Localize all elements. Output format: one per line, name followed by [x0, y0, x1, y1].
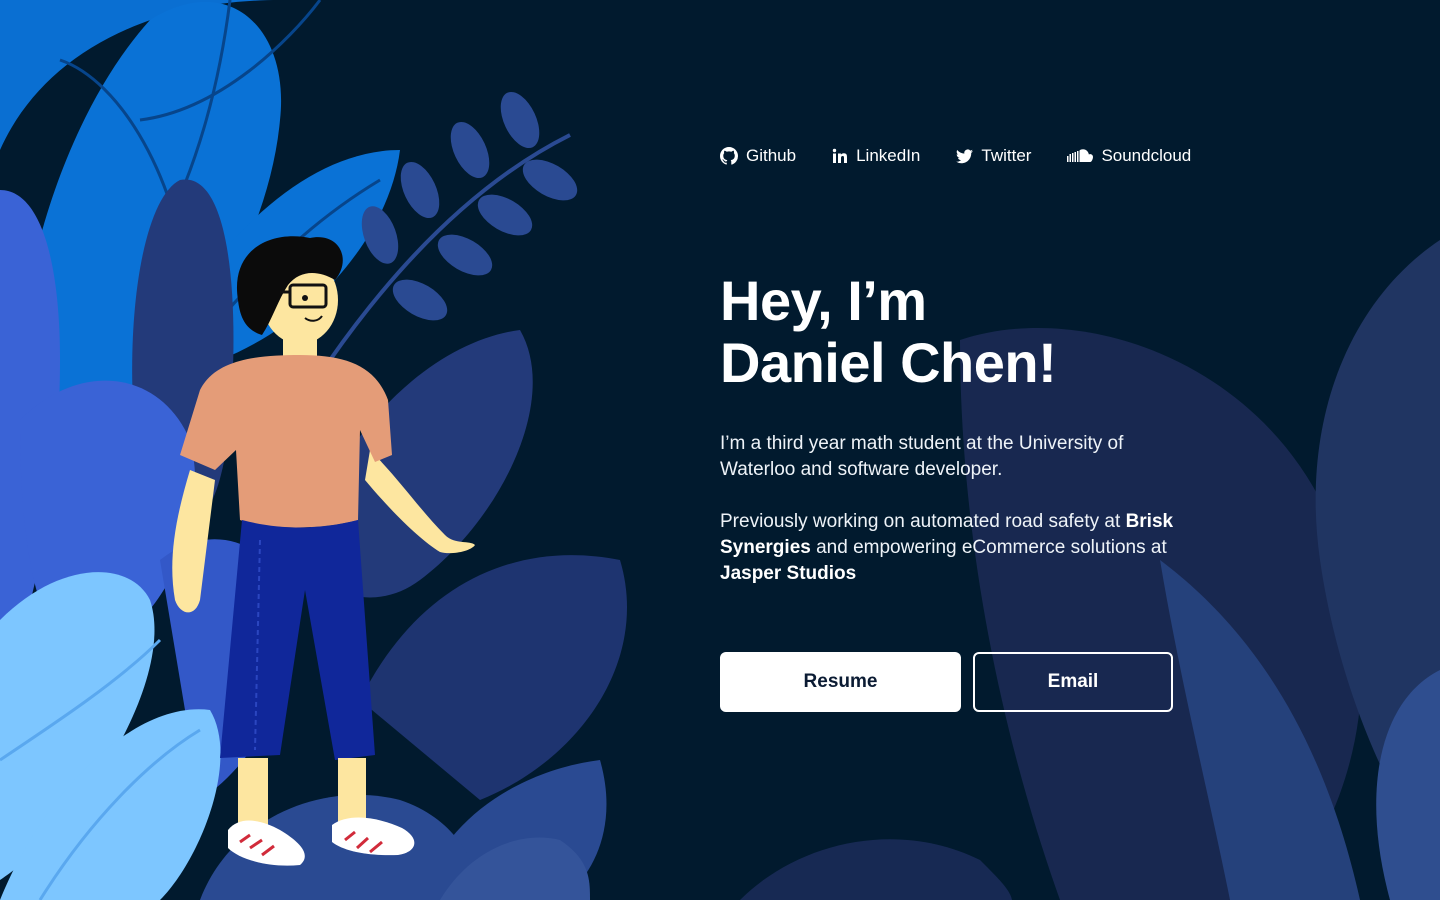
- soundcloud-label: Soundcloud: [1101, 146, 1192, 165]
- bio-exp-text-1: Previously working on automated road saf…: [720, 511, 1126, 532]
- linkedin-link[interactable]: LinkedIn: [832, 143, 920, 169]
- twitter-label: Twitter: [981, 146, 1032, 165]
- email-button[interactable]: Email: [973, 652, 1173, 712]
- bio-exp-text-2: and empowering eCommerce solutions at: [810, 537, 1167, 558]
- github-label: Github: [746, 146, 797, 165]
- bio: I’m a third year math student at the Uni…: [720, 431, 1190, 613]
- hero-greeting: Hey, I’m: [720, 269, 927, 332]
- twitter-icon: [956, 149, 974, 164]
- soundcloud-link[interactable]: Soundcloud: [1067, 143, 1191, 169]
- github-icon: [720, 147, 738, 165]
- hero-name: Daniel Chen!: [720, 331, 1057, 394]
- bio-experience: Previously working on automated road saf…: [720, 509, 1190, 587]
- social-nav: Github LinkedIn Twitter Soundcloud: [720, 143, 1191, 169]
- twitter-link[interactable]: Twitter: [956, 143, 1031, 169]
- hero-heading: Hey, I’m Daniel Chen!: [720, 269, 1057, 394]
- linkedin-label: LinkedIn: [856, 146, 921, 165]
- leaf-branch: [328, 91, 578, 362]
- company-jasper-studios: Jasper Studios: [720, 563, 857, 584]
- resume-button[interactable]: Resume: [720, 652, 961, 712]
- linkedin-icon: [832, 148, 848, 164]
- soundcloud-icon: [1067, 149, 1094, 163]
- bio-intro: I’m a third year math student at the Uni…: [720, 433, 1124, 480]
- github-link[interactable]: Github: [720, 143, 796, 169]
